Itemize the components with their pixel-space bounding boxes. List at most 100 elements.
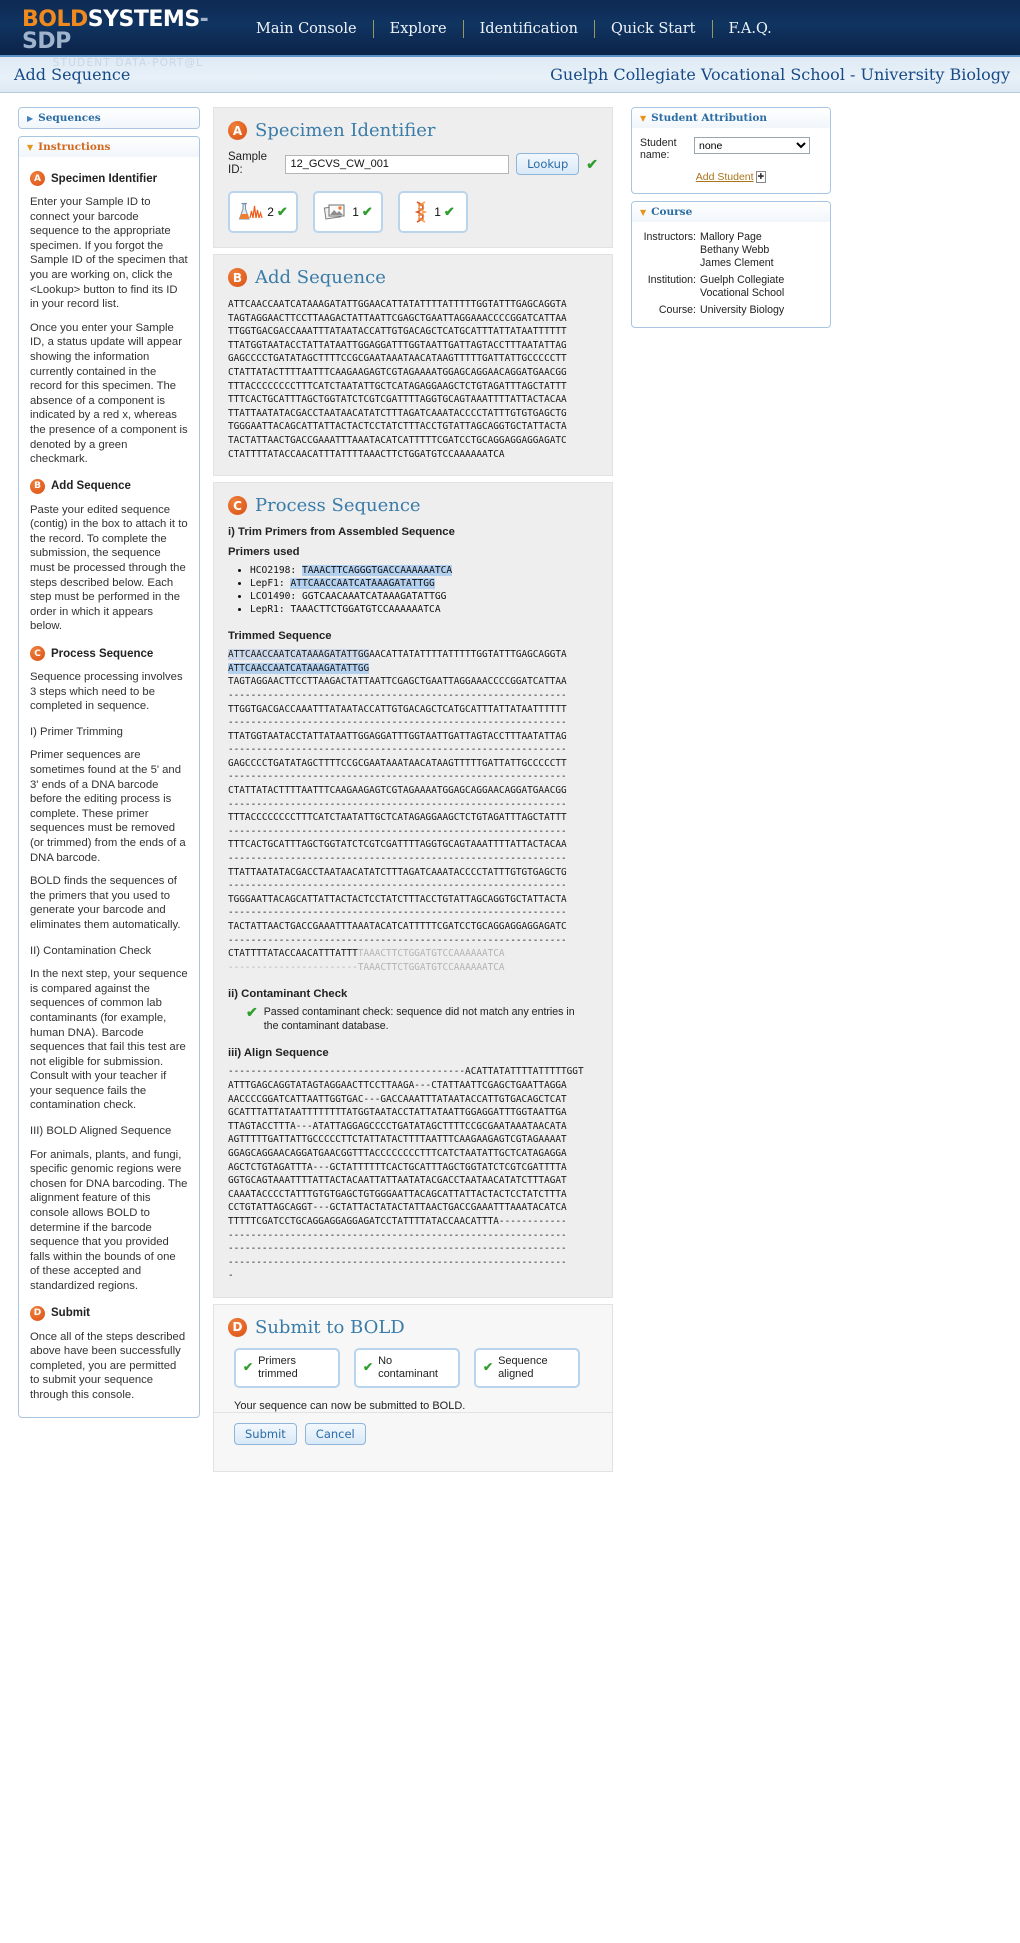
primer-sequence: GGTCAACAAATCATAAAGATATTGG (302, 591, 447, 603)
instructors-row: Instructors: Mallory Page Bethany Webb J… (640, 231, 822, 270)
nav-item-explore[interactable]: Explore (374, 21, 463, 37)
instruction-paragraph: Enter your Sample ID to connect your bar… (30, 196, 188, 311)
instructors-values: Mallory Page Bethany Webb James Clement (700, 231, 822, 270)
badge-b-icon: B (228, 268, 247, 287)
instructions-panel-header[interactable]: ▼ Instructions (19, 137, 199, 157)
submit-to-bold-card: D Submit to BOLD ✔ Primers trimmed ✔ No … (213, 1303, 613, 1472)
trimmed-sequence-heading: Trimmed Sequence (228, 630, 332, 643)
badge-a-icon: A (228, 121, 247, 140)
step-3-heading: iii) Align Sequence (228, 1047, 329, 1060)
trimmed-tail-primer: TAAACTTCTGGATGTCCAAAAAATCA (357, 948, 505, 960)
submit-status-row: ✔ Primers trimmed ✔ No contaminant ✔ Seq… (234, 1347, 598, 1388)
trimmed-tail-kept: CTATTTTATACCAACATTTATTT (228, 948, 358, 960)
course-panel: ▼ Course Instructors: Mallory Page Betha… (631, 201, 831, 329)
instruction-paragraph: BOLD finds the sequences of the primers … (30, 875, 181, 931)
instruction-paragraph: For animals, plants, and fungi, specific… (30, 1148, 188, 1292)
instructions-panel-body: A Specimen Identifier Enter your Sample … (19, 157, 199, 1417)
student-name-row: Student name: none (640, 137, 822, 161)
dna-helix-icon (414, 201, 428, 223)
trimmed-head-rest: AACATTATATTTTATTTTTGGTATTTGAGCAGGTA (369, 649, 567, 661)
instruction-paragraph: Once you enter your Sample ID, a status … (30, 321, 188, 466)
primer-sequence: TAAACTTCAGGGTGACCAAAAAATCA (302, 565, 453, 577)
component-traces-count: 2 (267, 205, 274, 219)
trimmed-head-primer: ATTCAACCAATCATAAAGATATTGG (228, 649, 370, 661)
list-item: LCO1490: GGTCAACAAATCATAAAGATATTGG (250, 590, 598, 603)
instruction-paragraph: Once all of the steps described above ha… (30, 1330, 186, 1401)
trimmed-tail-primer-2: TAAACTTCTGGATGTCCAAAAAATCA (357, 961, 505, 973)
component-sequence-count: 1 (434, 205, 441, 219)
badge-c-icon: C (228, 496, 247, 516)
specimen-identifier-card: A Specimen Identifier Sample ID: Lookup … (213, 107, 613, 248)
contaminant-check-result-row: ✔ Passed contaminant check: sequence did… (246, 1006, 591, 1033)
chevron-right-icon: ▶ (27, 113, 34, 123)
sequence-text-area[interactable]: ATTCAACCAATCATAAAGATATTGGAACATTATATTTTAT… (228, 298, 598, 461)
component-images-count: 1 (352, 205, 359, 219)
specimen-identifier-title-row: A Specimen Identifier (228, 120, 598, 141)
page-body: ▶ Sequences ▼ Instructions A Specimen Id… (0, 93, 1020, 1478)
instruction-heading-process-sequence: C Process Sequence (30, 646, 188, 662)
course-label: Course: (658, 304, 696, 317)
instruction-heading-submit: D Submit (30, 1305, 188, 1321)
instruction-paragraph: In the next step, your sequence is compa… (30, 968, 188, 1112)
status-no-contaminant: ✔ No contaminant (354, 1347, 460, 1388)
nav-item-main-console[interactable]: Main Console (240, 21, 373, 37)
logo-tagline: STUDENT DATA-PORT@L (52, 57, 204, 69)
badge-b-icon: B (30, 478, 45, 494)
step-1-heading: i) Trim Primers from Assembled Sequence (228, 526, 455, 539)
instruction-subheading-bold-aligned-sequence: III) BOLD Aligned Sequence (30, 1125, 172, 1138)
submit-button[interactable]: Submit (234, 1422, 297, 1445)
submit-button-bar: Submit Cancel (214, 1411, 612, 1457)
student-name-select[interactable]: none (694, 137, 810, 154)
trimmed-head-primer-underline: ATTCAACCAATCATAAAGATATTGG (228, 662, 370, 674)
component-sequence-check-icon: ✔ (443, 204, 455, 219)
primers-trimmed-label: Primers trimmed (258, 1354, 298, 1380)
sequences-panel[interactable]: ▶ Sequences (18, 107, 200, 129)
sample-id-row: Sample ID: Lookup ✔ (228, 151, 598, 177)
list-item: LepF1: ATTCAACCAATCATAAAGATATTGG (250, 577, 598, 590)
sample-id-input[interactable] (285, 154, 510, 174)
contaminant-check-message: Passed contaminant check: sequence did n… (263, 1006, 575, 1032)
primer-name: HCO2198: (250, 565, 297, 577)
instructor-name: Mallory Page (700, 231, 762, 244)
primer-name: LepF1: (250, 578, 285, 590)
main-nav: Main Console Explore Identification Quic… (240, 0, 788, 46)
logo-text: BOLDSYSTEMS-SDP (22, 9, 240, 53)
site-logo[interactable]: BOLDSYSTEMS-SDP STUDENT DATA-PORT@L (0, 0, 240, 70)
instruction-title: Add Sequence (51, 480, 131, 493)
nav-separator (462, 20, 464, 38)
instruction-subheading-contamination-check: II) Contamination Check (30, 944, 152, 957)
nav-separator (372, 20, 374, 38)
primers-used-label: Primers used (228, 546, 300, 559)
cancel-button[interactable]: Cancel (304, 1422, 366, 1445)
instruction-heading-specimen-identifier: A Specimen Identifier (30, 171, 188, 186)
logo-systems-text: SYSTEMS (87, 7, 200, 32)
contaminant-check-icon: ✔ (246, 1004, 258, 1021)
student-attribution-title: Student Attribution (651, 112, 768, 124)
lookup-button[interactable]: Lookup (516, 153, 580, 175)
course-row: Course: University Biology (640, 304, 822, 317)
chevron-down-icon: ▼ (27, 142, 34, 152)
component-images-box[interactable]: 1 ✔ (313, 191, 383, 233)
nav-item-quick-start[interactable]: Quick Start (595, 21, 712, 37)
no-contaminant-check-icon: ✔ (363, 1360, 374, 1375)
badge-d-icon: D (228, 1317, 247, 1337)
component-traces-box[interactable]: 2 ✔ (228, 191, 298, 233)
student-attribution-body: Student name: none Add Student ✚ (632, 128, 830, 193)
course-panel-title: Course (651, 206, 693, 219)
nav-item-identification[interactable]: Identification (464, 21, 594, 37)
nav-item-faq[interactable]: F.A.Q. (713, 21, 788, 37)
course-panel-body: Instructors: Mallory Page Bethany Webb J… (632, 222, 830, 327)
course-panel-header[interactable]: ▼ Course (632, 202, 830, 223)
student-attribution-header[interactable]: ▼ Student Attribution (632, 108, 830, 128)
chevron-down-icon: ▼ (640, 113, 647, 123)
component-sequence-box[interactable]: 1 ✔ (398, 191, 468, 233)
plus-icon[interactable]: ✚ (755, 171, 767, 184)
sample-id-label: Sample ID: (228, 151, 267, 176)
sequence-aligned-label: Sequence aligned (498, 1354, 548, 1380)
add-student-link[interactable]: Add Student (696, 171, 754, 183)
images-icon (324, 204, 345, 220)
status-primers-trimmed: ✔ Primers trimmed (234, 1347, 340, 1388)
sequences-panel-header[interactable]: ▶ Sequences (19, 108, 199, 128)
add-sequence-title: Add Sequence (255, 267, 386, 288)
right-sidebar: ▼ Student Attribution Student name: none… (631, 107, 831, 335)
